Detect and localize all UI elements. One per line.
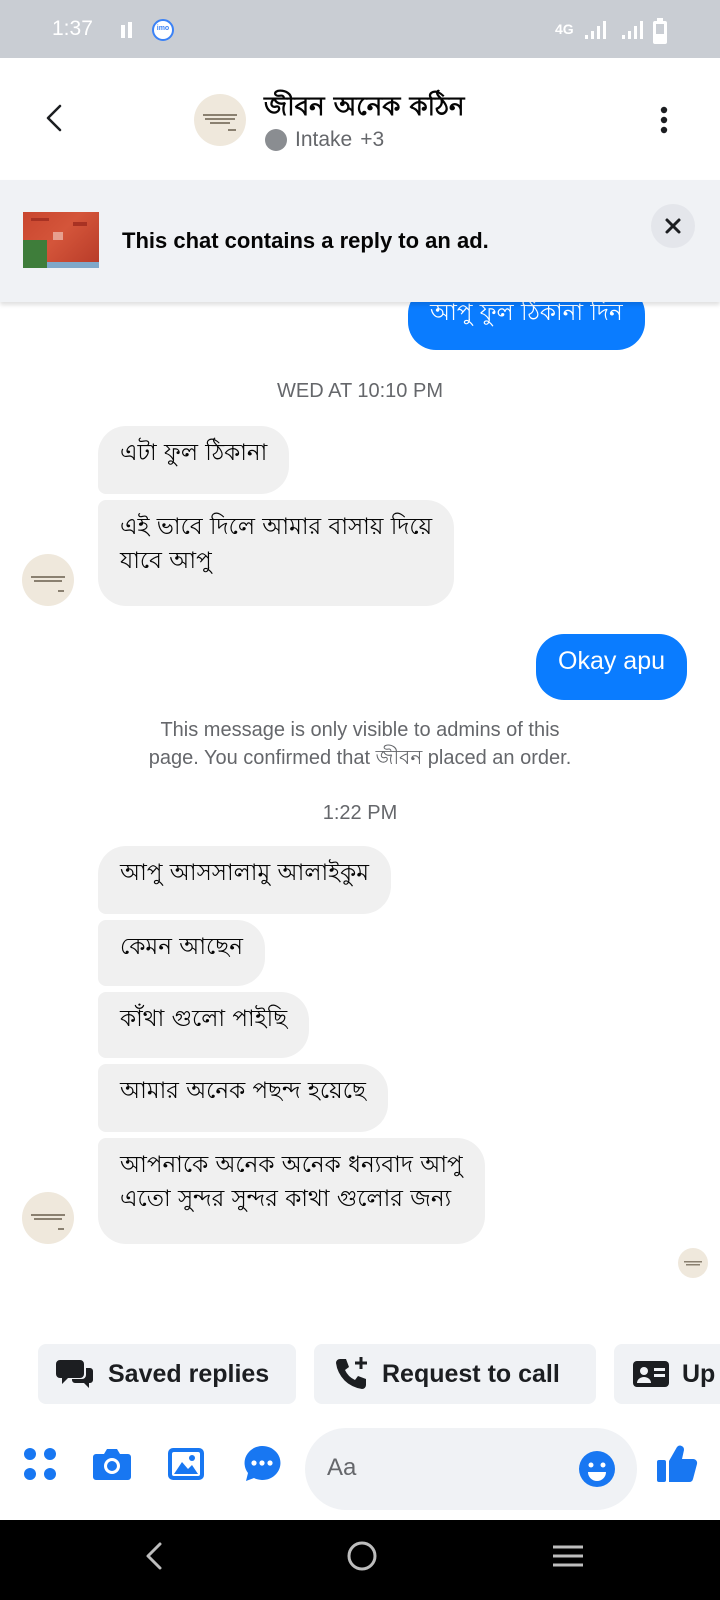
message-input[interactable]: Aa <box>305 1428 637 1510</box>
contact-label: Intake <box>295 128 353 151</box>
message-input-placeholder: Aa <box>327 1454 357 1481</box>
close-icon <box>665 218 681 234</box>
message-composer: Aa <box>0 1420 720 1520</box>
timestamp: WED AT 10:10 PM <box>277 380 443 402</box>
update-contact-button[interactable]: Up <box>614 1344 720 1404</box>
saved-replies-label: Saved replies <box>108 1359 270 1388</box>
timestamp: 1:22 PM <box>322 802 398 824</box>
incoming-message[interactable]: আপনাকে অনেক অনেক ধন্যবাদ আপু এতো সুন্দর … <box>98 1138 485 1244</box>
emoji-icon[interactable] <box>577 1449 617 1489</box>
outgoing-message[interactable]: আপু ফুল ঠিকানা দিন <box>408 302 645 350</box>
contact-card-icon <box>633 1361 669 1387</box>
outgoing-message[interactable]: Okay apu <box>536 634 688 700</box>
sender-avatar[interactable] <box>22 1192 74 1244</box>
saved-replies-icon <box>56 1360 93 1388</box>
close-banner-button[interactable] <box>651 204 695 248</box>
request-to-call-button[interactable]: Request to call <box>314 1344 596 1404</box>
nav-home-icon[interactable] <box>344 1538 380 1574</box>
seen-indicator-avatar <box>678 1248 708 1278</box>
incoming-message[interactable]: আমার অনেক পছন্দ হয়েছে <box>98 1064 388 1132</box>
menu-grid-icon[interactable] <box>18 1442 62 1486</box>
network-type: 4G <box>555 21 574 37</box>
signal-icon <box>121 22 132 38</box>
battery-icon <box>653 18 667 44</box>
status-time: 1:37 <box>52 17 93 40</box>
saved-replies-button[interactable]: Saved replies <box>38 1344 296 1404</box>
contact-label-row[interactable]: Intake +3 <box>265 128 384 152</box>
nav-recents-icon[interactable] <box>550 1538 586 1574</box>
incoming-message[interactable]: এটা ফুল ঠিকানা <box>98 426 290 494</box>
ad-banner-text: This chat contains a reply to an ad. <box>122 228 489 253</box>
label-dot-icon <box>265 129 287 151</box>
chat-header: জীবন অনেক কঠিন Intake +3 <box>0 58 720 180</box>
phone-plus-icon <box>336 1357 367 1389</box>
gallery-icon[interactable] <box>164 1442 208 1486</box>
admin-notice: This message is only visible to admins o… <box>148 719 572 769</box>
sender-avatar[interactable] <box>22 554 74 606</box>
chat-bubble-icon[interactable] <box>240 1442 284 1486</box>
contact-avatar[interactable] <box>194 94 246 146</box>
cell-signal-2-icon <box>622 21 643 39</box>
update-label: Up <box>682 1359 716 1388</box>
nav-back-icon[interactable] <box>142 1538 166 1574</box>
ad-thumbnail <box>23 212 99 268</box>
message-list[interactable]: আপু ফুল ঠিকানা দিন WED AT 10:10 PM এটা ফ… <box>0 302 720 1327</box>
incoming-message[interactable]: এই ভাবে দিলে আমার বাসায় দিয়ে যাবে আপু <box>98 500 455 606</box>
incoming-message[interactable]: কেমন আছেন <box>98 920 265 986</box>
system-nav-bar <box>0 1520 720 1600</box>
imo-notification-icon: imo <box>152 19 174 41</box>
incoming-message[interactable]: কাঁথা গুলো পাইছি <box>98 992 310 1058</box>
like-thumb-icon[interactable] <box>654 1440 700 1486</box>
incoming-message[interactable]: আপু আসসালামু আলাইকুম <box>98 846 391 914</box>
camera-icon[interactable] <box>90 1442 134 1486</box>
quick-actions-bar: Saved replies Request to call Up <box>0 1344 720 1406</box>
contact-name[interactable]: জীবন অনেক কঠিন <box>264 86 465 130</box>
request-to-call-label: Request to call <box>382 1359 560 1388</box>
status-bar: 1:37 imo 4G <box>0 0 720 58</box>
more-options-icon[interactable] <box>652 104 676 136</box>
ad-reply-banner[interactable]: This chat contains a reply to an ad. <box>0 180 720 302</box>
cell-signal-icon <box>585 21 606 39</box>
label-extra-count: +3 <box>360 128 385 151</box>
back-arrow-icon[interactable] <box>40 100 70 136</box>
